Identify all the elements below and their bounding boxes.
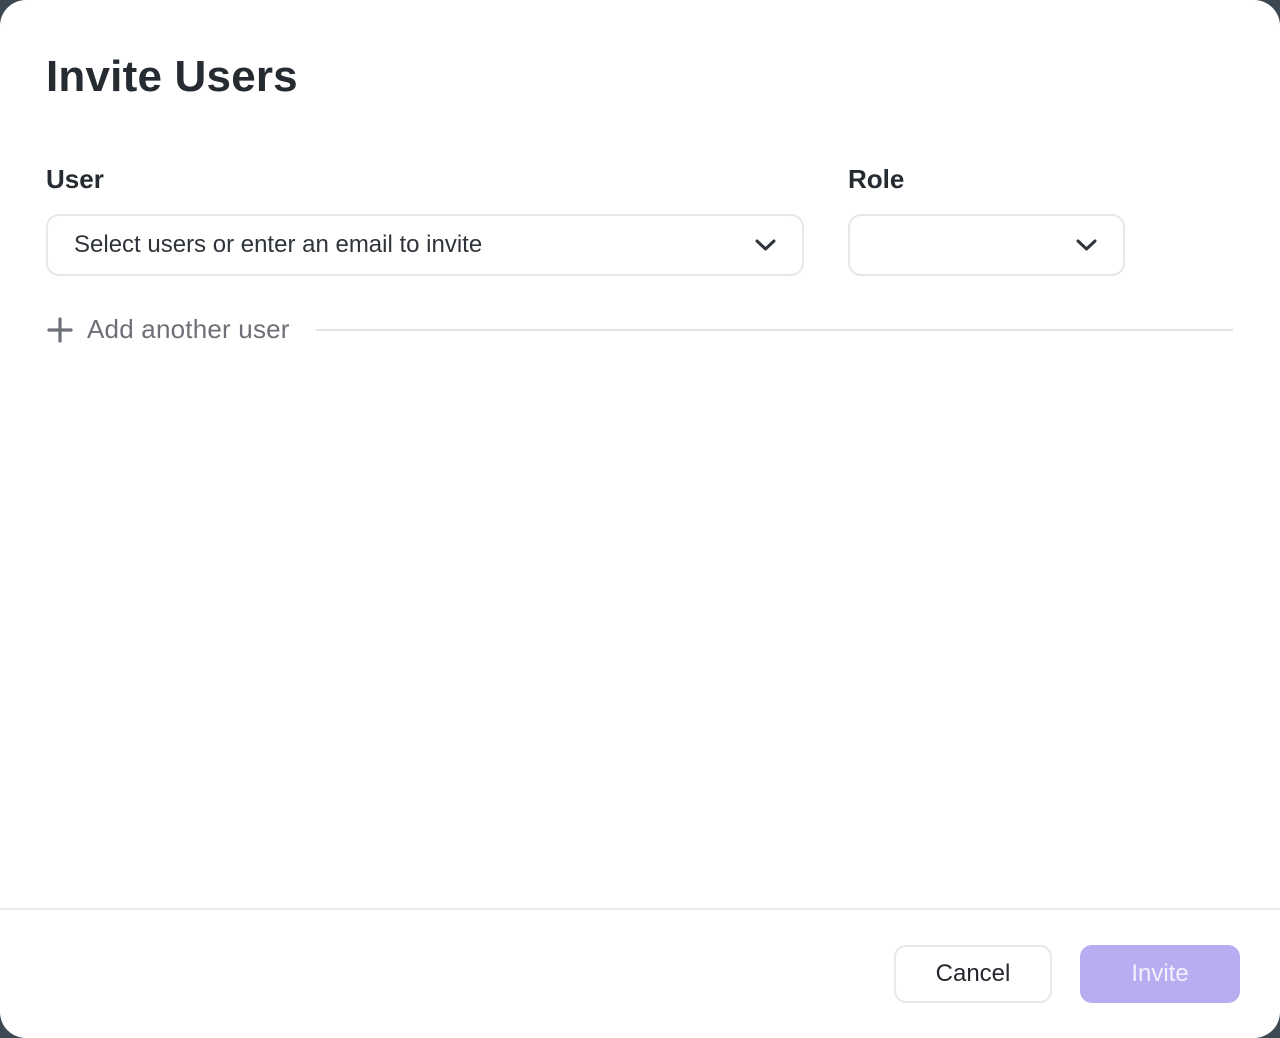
plus-icon	[46, 316, 74, 344]
role-field-group: Role	[848, 164, 1125, 276]
page-title: Invite Users	[46, 52, 1233, 102]
add-another-user-label: Add another user	[87, 314, 290, 345]
role-select[interactable]	[848, 214, 1125, 276]
add-another-user-row: Add another user	[46, 314, 1233, 345]
user-field-group: User Select users or enter an email to i…	[46, 164, 804, 276]
modal-footer: Cancel Invite	[0, 908, 1280, 1038]
role-field-label: Role	[848, 164, 1125, 195]
invite-button[interactable]: Invite	[1080, 945, 1240, 1003]
chevron-down-icon	[1076, 239, 1097, 251]
user-select[interactable]: Select users or enter an email to invite	[46, 214, 804, 276]
invite-users-modal: Invite Users User Select users or enter …	[0, 0, 1280, 1038]
user-select-placeholder: Select users or enter an email to invite	[74, 231, 743, 259]
modal-body: Invite Users User Select users or enter …	[0, 0, 1280, 908]
horizontal-rule	[316, 329, 1233, 331]
invite-form-row: User Select users or enter an email to i…	[46, 164, 1233, 276]
chevron-down-icon	[755, 239, 776, 251]
add-another-user-button[interactable]: Add another user	[46, 314, 290, 345]
cancel-button[interactable]: Cancel	[894, 945, 1052, 1003]
user-field-label: User	[46, 164, 804, 195]
